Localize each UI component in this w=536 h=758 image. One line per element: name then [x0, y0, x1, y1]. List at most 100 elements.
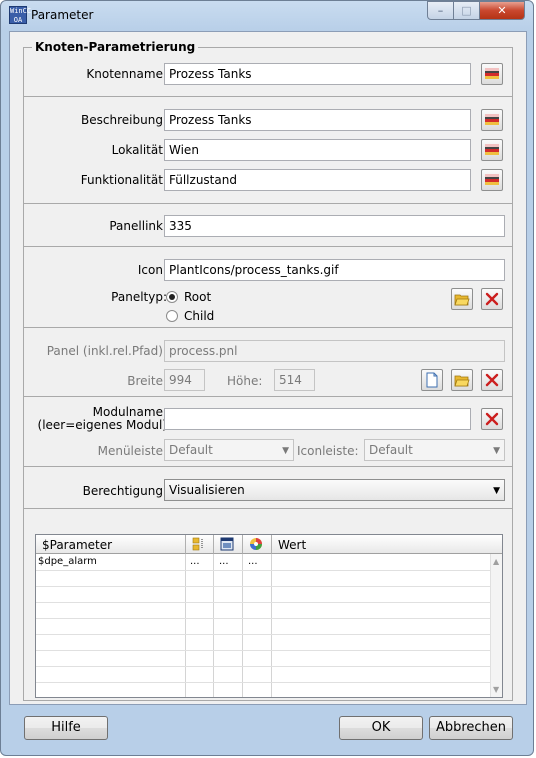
chevron-down-icon: ▼ [493, 486, 500, 496]
dialog-body: Knoten-Parametrierung Knotenname: Prozes… [9, 31, 527, 705]
panel-new-button[interactable] [421, 369, 443, 391]
column-header-color[interactable] [243, 535, 272, 554]
paneltyp-root-label[interactable]: Root [184, 290, 211, 304]
table-cell-datapoint[interactable]: ... [190, 556, 200, 567]
color-wheel-icon [250, 538, 262, 550]
scroll-down-icon[interactable]: ▼ [493, 685, 499, 694]
menueleiste-select[interactable]: Default ▼ [164, 439, 294, 461]
icon-open-folder-button[interactable] [451, 288, 473, 310]
knoten-parametrierung-group: Knoten-Parametrierung Knotenname: Prozes… [23, 40, 513, 701]
column-divider [242, 554, 243, 697]
berechtigung-select[interactable]: Visualisieren ▼ [164, 479, 505, 501]
hoehe-input[interactable]: 514 [274, 369, 315, 391]
separator [23, 396, 513, 397]
ok-button[interactable]: OK [339, 716, 423, 740]
folder-open-icon [454, 375, 470, 387]
panel-label: Panel (inkl.rel.Pfad): [46, 344, 167, 358]
funktionalitaet-input[interactable]: Füllzustand [164, 169, 471, 191]
modulname-input[interactable] [164, 408, 471, 430]
chevron-down-icon: ▼ [282, 446, 289, 456]
knotenname-language-button[interactable] [481, 63, 503, 85]
column-divider [213, 554, 214, 697]
row-divider [36, 666, 490, 667]
funktionalitaet-label: Funktionalität: [80, 173, 167, 187]
paneltyp-label: Paneltyp: [111, 290, 167, 304]
cancel-button[interactable]: Abbrechen [429, 716, 513, 740]
modulname-delete-button[interactable] [481, 408, 503, 430]
breite-input[interactable]: 994 [164, 369, 205, 391]
row-divider [36, 570, 490, 571]
row-divider [36, 650, 490, 651]
help-button[interactable]: Hilfe [24, 716, 108, 740]
column-header-datapoint[interactable] [186, 535, 214, 554]
close-window-button[interactable]: ✕ [479, 1, 525, 20]
berechtigung-value: Visualisieren [169, 483, 245, 497]
minimize-button[interactable]: – [427, 1, 454, 20]
table-cell-parameter[interactable]: $dpe_alarm [38, 556, 97, 567]
table-cell-color[interactable]: ... [248, 556, 258, 567]
row-divider [36, 602, 490, 603]
delete-x-icon [485, 292, 499, 306]
new-document-icon [426, 372, 438, 388]
column-divider [271, 554, 272, 697]
panellink-label: Panellink: [109, 219, 167, 233]
datapoint-tree-icon [192, 537, 203, 551]
menueleiste-value: Default [169, 443, 213, 457]
icon-delete-button[interactable] [481, 288, 503, 310]
knotenname-label: Knotenname: [86, 67, 167, 81]
chevron-down-icon: ▼ [493, 446, 500, 456]
paneltyp-child-radio[interactable] [166, 310, 178, 322]
wincc-app-icon: WinCC OA [9, 6, 32, 24]
column-header-parameter[interactable]: $Parameter [36, 535, 186, 554]
beschreibung-input[interactable]: Prozess Tanks [164, 109, 471, 131]
breite-label: Breite: [127, 374, 167, 388]
row-divider [36, 618, 490, 619]
row-divider [36, 634, 490, 635]
group-title: Knoten-Parametrierung [32, 40, 199, 54]
lokalitaet-input[interactable]: Wien [164, 139, 471, 161]
parameter-window: WinCC OA Parameter – □ ✕ Knoten-Parametr… [0, 0, 534, 756]
paneltyp-child-label[interactable]: Child [184, 309, 214, 323]
panel-delete-button[interactable] [481, 369, 503, 391]
modulname-label: Modulname: (leer=eigenes Modul) [38, 406, 167, 432]
parameter-table[interactable]: $Parameter Wert $dpe_alarm ... ... ... ▲… [35, 534, 503, 698]
scroll-up-icon[interactable]: ▲ [493, 557, 499, 566]
iconleiste-label: Iconleiste: [297, 444, 359, 458]
menueleiste-label: Menüleiste: [97, 444, 167, 458]
table-cell-panel[interactable]: ... [219, 556, 229, 567]
column-header-panel[interactable] [214, 535, 243, 554]
window-title: Parameter [31, 8, 94, 22]
knotenname-input[interactable]: Prozess Tanks [164, 63, 471, 85]
maximize-button[interactable]: □ [453, 1, 480, 20]
hoehe-label: Höhe: [227, 374, 263, 388]
row-divider [36, 586, 490, 587]
iconleiste-select[interactable]: Default ▼ [364, 439, 505, 461]
panel-open-folder-button[interactable] [451, 369, 473, 391]
separator [23, 96, 513, 97]
language-flag-icon [485, 68, 499, 79]
beschreibung-language-button[interactable] [481, 109, 503, 131]
language-flag-icon [485, 174, 499, 185]
column-divider [185, 554, 186, 697]
icon-path-input[interactable]: PlantIcons/process_tanks.gif [164, 259, 505, 281]
delete-x-icon [485, 373, 499, 387]
language-flag-icon [485, 114, 499, 125]
icon-label: Icon: [137, 263, 167, 277]
table-vertical-scrollbar[interactable]: ▲ ▼ [490, 554, 502, 697]
funktionalitaet-language-button[interactable] [481, 169, 503, 191]
title-bar[interactable]: WinCC OA Parameter – □ ✕ [1, 1, 533, 31]
language-flag-icon [485, 144, 499, 155]
iconleiste-value: Default [369, 443, 413, 457]
separator [23, 466, 513, 467]
panellink-input[interactable]: 335 [164, 215, 505, 237]
beschreibung-label: Beschreibung: [81, 113, 167, 127]
paneltyp-root-radio[interactable] [166, 291, 178, 303]
panel-window-icon [220, 537, 234, 551]
folder-open-icon [454, 294, 470, 306]
separator [23, 203, 513, 204]
column-header-wert[interactable]: Wert [272, 535, 502, 554]
lokalitaet-language-button[interactable] [481, 139, 503, 161]
panel-path-input[interactable]: process.pnl [164, 340, 505, 362]
row-divider [36, 682, 490, 683]
separator [23, 327, 513, 328]
